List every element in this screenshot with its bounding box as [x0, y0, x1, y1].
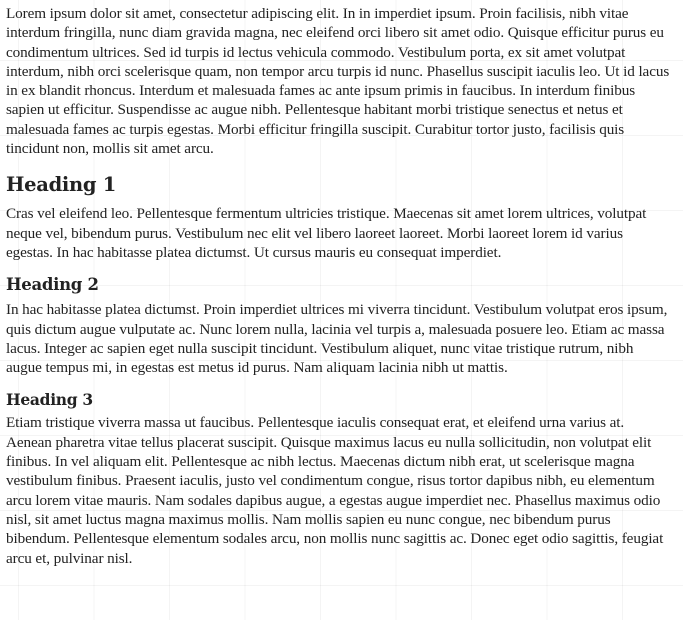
document-body: Lorem ipsum dolor sit amet, consectetur …: [6, 4, 672, 568]
heading-3: Heading 3: [6, 390, 93, 410]
section-3-paragraph: Etiam tristique viverra massa ut faucibu…: [6, 414, 664, 567]
heading-1: Heading 1: [6, 173, 116, 197]
intro-paragraph: Lorem ipsum dolor sit amet, consectetur …: [6, 5, 670, 158]
section-2-paragraph: In hac habitasse platea dictumst. Proin …: [6, 301, 668, 377]
heading-2: Heading 2: [6, 275, 99, 295]
section-1-paragraph: Cras vel eleifend leo. Pellentesque ferm…: [6, 205, 647, 261]
